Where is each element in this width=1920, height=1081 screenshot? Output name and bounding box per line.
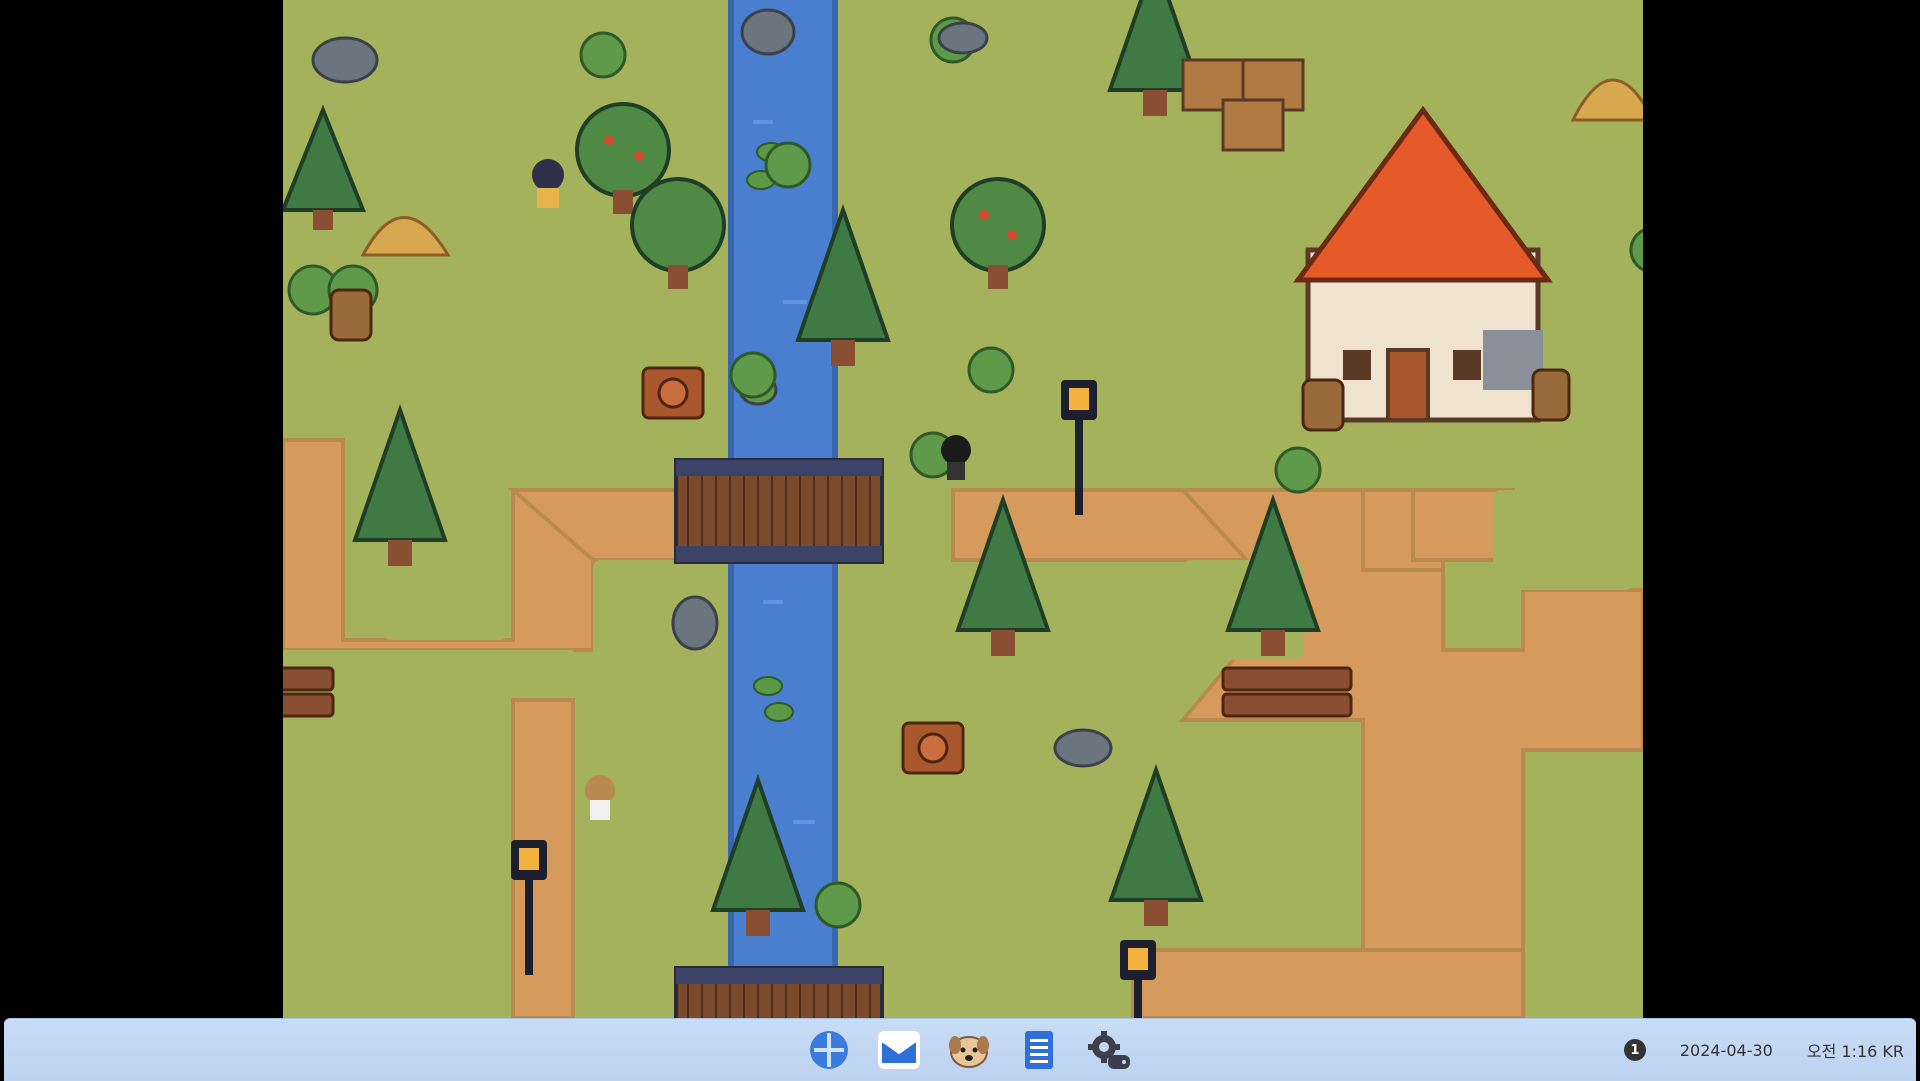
settings-button[interactable] (1079, 1025, 1139, 1075)
bridge-upper (674, 458, 884, 564)
notification-badge: 1 (1623, 1039, 1646, 1061)
system-tray: 1 2024-04-30 오전 1:16 KR (1612, 1019, 1916, 1081)
dog-face-icon (949, 1036, 989, 1068)
bridge-lower (674, 966, 884, 1018)
time-text: 오전 1:16 KR (1806, 1042, 1904, 1061)
date-display[interactable]: 2024-04-30 (1668, 1027, 1785, 1073)
taskbar-app-list (799, 1025, 1139, 1075)
notes-button[interactable] (1009, 1025, 1069, 1075)
mail-button[interactable] (869, 1025, 929, 1075)
taskbar: 1 2024-04-30 오전 1:16 KR (4, 1018, 1916, 1081)
mail-icon (878, 1031, 920, 1069)
notification-button[interactable]: 1 (1612, 1027, 1658, 1073)
time-display[interactable]: 오전 1:16 KR (1795, 1027, 1916, 1073)
pet-button[interactable] (939, 1025, 999, 1075)
game-map[interactable] (283, 0, 1643, 1018)
notepad-icon (1025, 1031, 1053, 1069)
date-text: 2024-04-30 (1679, 1040, 1773, 1060)
start-button[interactable] (799, 1025, 859, 1075)
gear-gamepad-icon (1088, 1031, 1130, 1069)
grid-icon (810, 1031, 848, 1069)
game-viewport[interactable] (283, 0, 1643, 1018)
